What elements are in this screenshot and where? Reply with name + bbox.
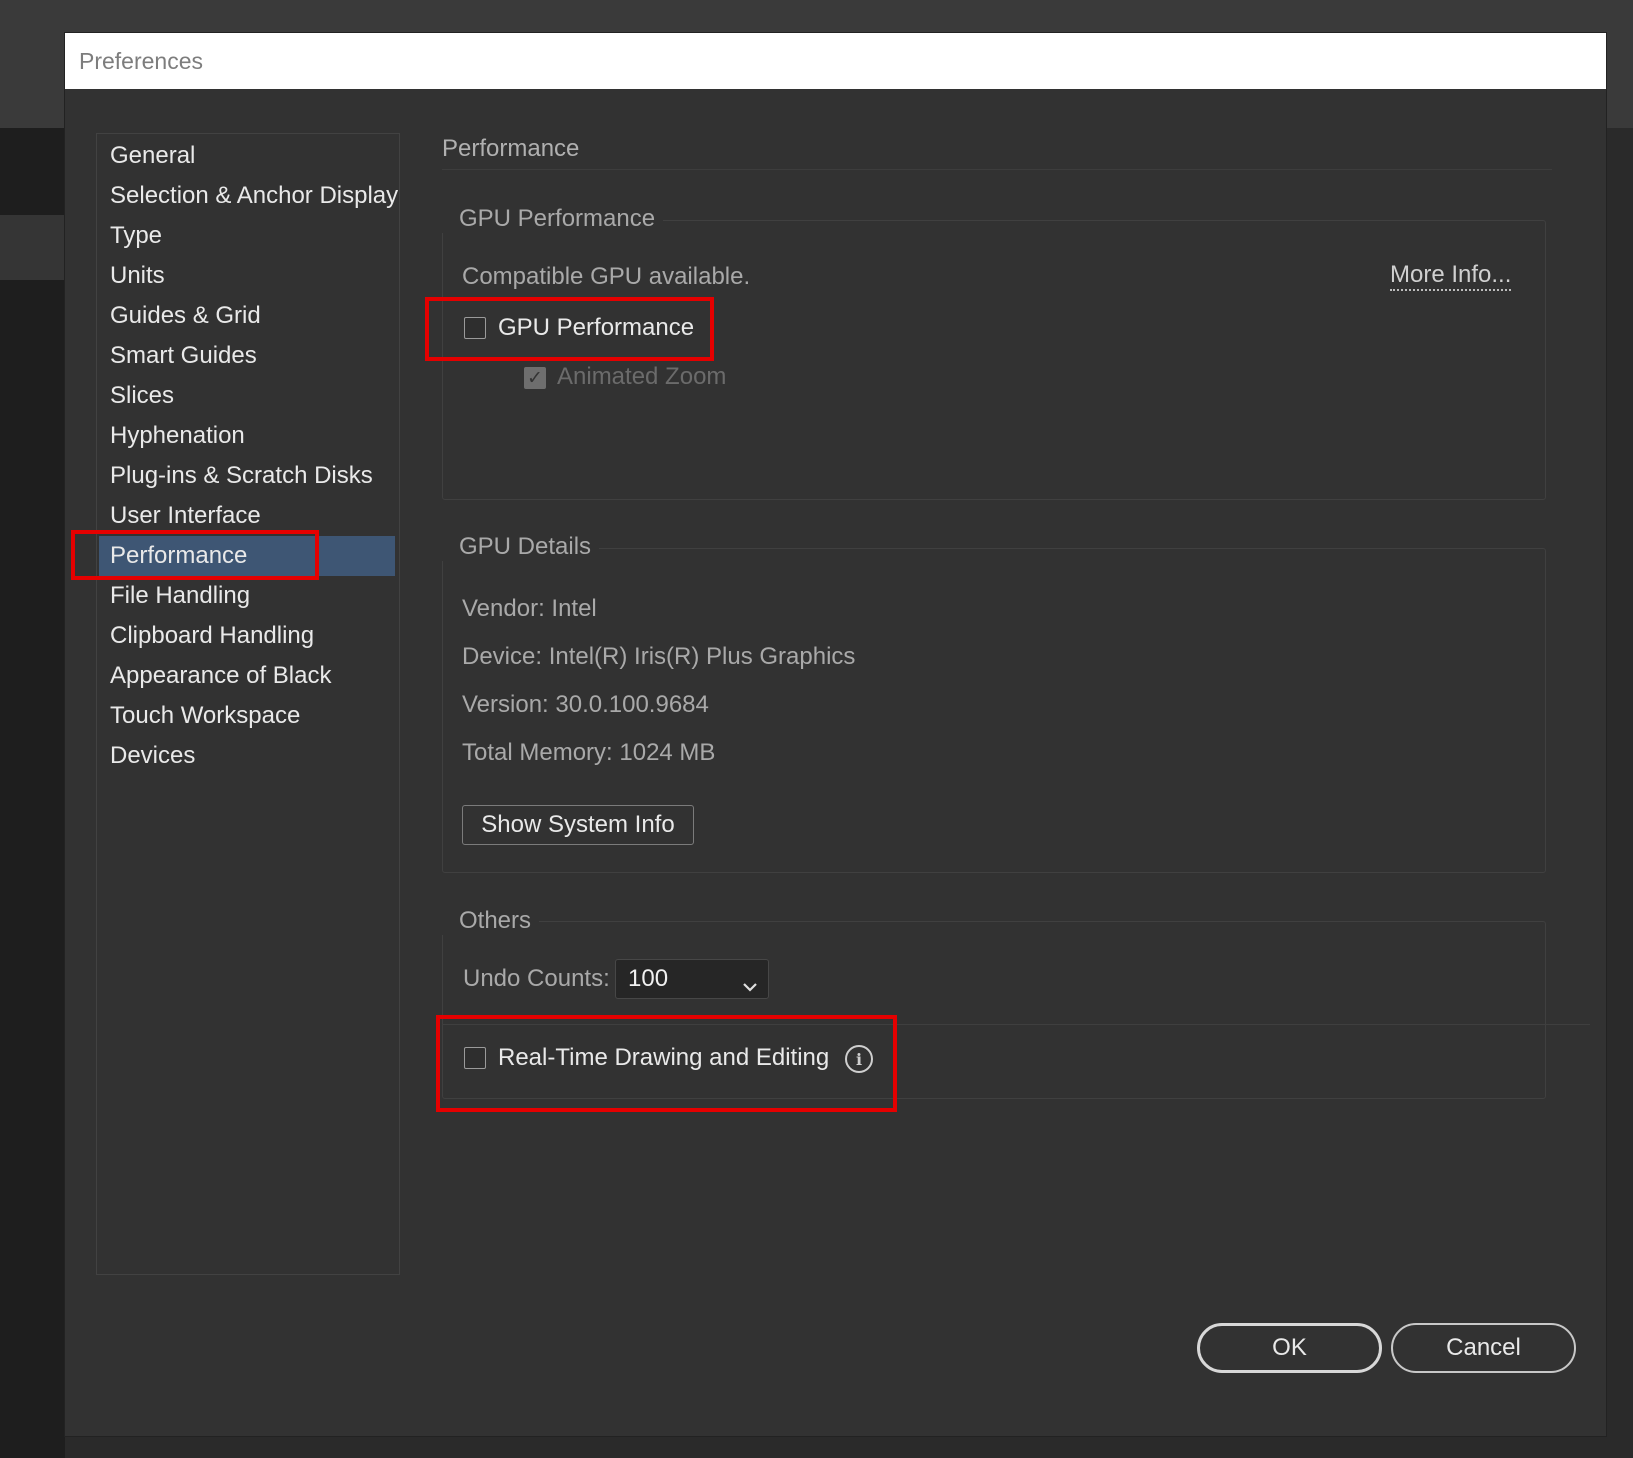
sidebar-item-type[interactable]: Type (99, 216, 395, 256)
preferences-dialog: Preferences General Selection & Anchor D… (65, 33, 1606, 1436)
info-icon[interactable]: i (845, 1045, 873, 1073)
realtime-drawing-checkbox[interactable] (464, 1047, 486, 1069)
background-app-panel (0, 128, 65, 1458)
others-group (442, 921, 1546, 1099)
show-system-info-button[interactable]: Show System Info (462, 805, 694, 845)
sidebar-item-plugins-scratch-disks[interactable]: Plug-ins & Scratch Disks (99, 456, 395, 496)
page-title: Performance (442, 135, 580, 162)
gpu-performance-checkbox[interactable] (464, 317, 486, 339)
background-app-bar (0, 215, 65, 280)
gpu-device: Device: Intel(R) Iris(R) Plus Graphics (462, 643, 856, 670)
undo-counts-select[interactable]: 100 (615, 959, 769, 999)
more-info-link[interactable]: More Info... (1390, 261, 1512, 291)
dialog-title: Preferences (79, 47, 204, 74)
gpu-details-legend: GPU Details (441, 533, 600, 561)
sidebar-item-guides-grid[interactable]: Guides & Grid (99, 296, 395, 336)
gpu-vendor: Vendor: Intel (462, 595, 597, 622)
sidebar-item-performance[interactable]: Performance (99, 536, 395, 576)
chevron-down-icon (742, 972, 758, 1000)
dialog-titlebar: Preferences (65, 33, 1606, 89)
undo-counts-value: 100 (628, 965, 669, 992)
gpu-version: Version: 30.0.100.9684 (462, 691, 709, 718)
cancel-button[interactable]: Cancel (1391, 1323, 1576, 1373)
undo-counts-label: Undo Counts: (463, 965, 610, 992)
others-legend: Others (441, 907, 540, 935)
gpu-status-text: Compatible GPU available. (462, 263, 751, 290)
sidebar-item-hyphenation[interactable]: Hyphenation (99, 416, 395, 456)
preferences-sidebar: General Selection & Anchor Display Type … (96, 133, 400, 1275)
sidebar-item-clipboard-handling[interactable]: Clipboard Handling (99, 616, 395, 656)
animated-zoom-checkbox: ✓ (524, 367, 546, 389)
sidebar-item-user-interface[interactable]: User Interface (99, 496, 395, 536)
gpu-total-memory: Total Memory: 1024 MB (462, 739, 716, 766)
gpu-performance-legend: GPU Performance (441, 205, 664, 233)
sidebar-item-units[interactable]: Units (99, 256, 395, 296)
sidebar-item-appearance-of-black[interactable]: Appearance of Black (99, 656, 395, 696)
sidebar-item-slices[interactable]: Slices (99, 376, 395, 416)
sidebar-item-devices[interactable]: Devices (99, 736, 395, 776)
realtime-drawing-label[interactable]: Real-Time Drawing and Editing (498, 1044, 829, 1072)
sidebar-item-touch-workspace[interactable]: Touch Workspace (99, 696, 395, 736)
sidebar-item-selection-anchor-display[interactable]: Selection & Anchor Display (99, 176, 398, 216)
gpu-performance-label[interactable]: GPU Performance (498, 314, 694, 342)
sidebar-item-file-handling[interactable]: File Handling (99, 576, 395, 616)
others-divider (442, 1024, 1590, 1025)
sidebar-item-smart-guides[interactable]: Smart Guides (99, 336, 395, 376)
sidebar-item-general[interactable]: General (99, 136, 395, 176)
gpu-performance-group (442, 220, 1546, 500)
title-divider (442, 169, 1552, 170)
ok-button[interactable]: OK (1197, 1323, 1382, 1373)
animated-zoom-label: Animated Zoom (557, 363, 727, 390)
